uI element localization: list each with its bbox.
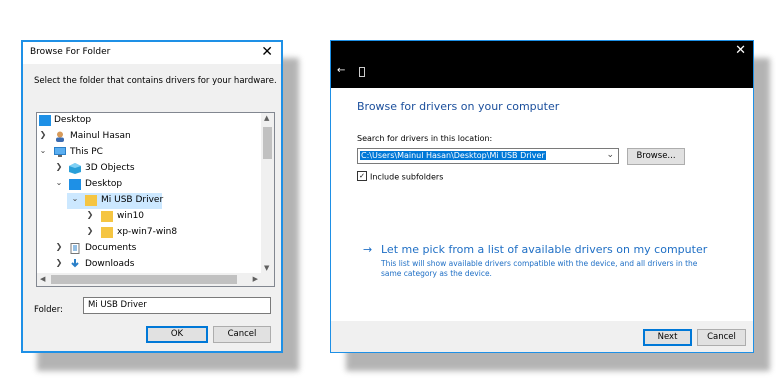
- cube-icon: [69, 163, 81, 174]
- instruction-text: Select the folder that contains drivers …: [34, 76, 277, 86]
- tree-item-label: This PC: [70, 147, 103, 157]
- chevron-down-icon[interactable]: ⌄: [70, 194, 80, 203]
- tree-item-desktop[interactable]: Desktop: [37, 113, 257, 129]
- folder-input[interactable]: Mi USB Driver: [83, 297, 271, 314]
- browse-button[interactable]: Browse...: [627, 148, 685, 165]
- path-combobox[interactable]: C:\Users\Mainul Hasan\Desktop\Mi USB Dri…: [357, 148, 619, 164]
- chevron-right-icon[interactable]: ❯: [85, 210, 95, 219]
- tree-item-this-pc[interactable]: ⌄ This PC: [37, 145, 257, 161]
- page-title: Browse for drivers on your computer: [357, 100, 560, 113]
- scroll-right-icon[interactable]: ▶: [253, 275, 258, 283]
- folder-icon: [101, 227, 113, 238]
- cancel-button[interactable]: Cancel: [213, 326, 271, 343]
- device-icon: [359, 67, 365, 77]
- horizontal-scrollbar[interactable]: ◀ ▶: [37, 273, 274, 286]
- ok-button[interactable]: OK: [146, 326, 208, 343]
- dialog-header: ✕ ←: [331, 41, 753, 88]
- chevron-down-icon[interactable]: ⌄: [38, 146, 48, 155]
- tree-item-user[interactable]: ❯ Mainul Hasan: [37, 129, 257, 145]
- update-drivers-dialog: ✕ ← Browse for drivers on your computer …: [330, 40, 754, 353]
- tree-item-win10[interactable]: ❯ win10: [37, 209, 257, 225]
- tree-item-label: Downloads: [85, 259, 135, 269]
- folder-icon: [101, 211, 113, 222]
- include-subfolders-checkbox[interactable]: ✓ Include subfolders: [357, 171, 444, 182]
- path-value: C:\Users\Mainul Hasan\Desktop\Mi USB Dri…: [360, 151, 546, 160]
- include-subfolders-label: Include subfolders: [370, 172, 444, 182]
- folder-label: Folder:: [34, 305, 63, 315]
- chevron-right-icon[interactable]: ❯: [54, 258, 64, 267]
- chevron-down-icon[interactable]: ⌄: [606, 150, 614, 160]
- tree-item-documents[interactable]: ❯ Documents: [37, 241, 257, 257]
- folder-icon: [85, 195, 97, 206]
- tree-item-3d-objects[interactable]: ❯ 3D Objects: [37, 161, 257, 177]
- tree-item-label: Desktop: [85, 179, 123, 189]
- computer-icon: [54, 147, 66, 158]
- close-icon[interactable]: ✕: [261, 44, 273, 60]
- tree-item-desktop-sub[interactable]: ⌄ Desktop: [37, 177, 257, 193]
- chevron-right-icon[interactable]: ❯: [54, 162, 64, 171]
- browse-for-folder-dialog: Browse For Folder ✕ Select the folder th…: [21, 40, 283, 353]
- desktop-icon: [69, 179, 81, 190]
- chevron-right-icon[interactable]: ❯: [85, 226, 95, 235]
- scrollbar-thumb[interactable]: [263, 127, 272, 159]
- documents-icon: [69, 243, 81, 254]
- arrow-right-icon: →: [363, 243, 373, 256]
- desktop-icon: [39, 115, 51, 126]
- dialog-footer: Next Cancel: [331, 321, 753, 352]
- next-button[interactable]: Next: [643, 329, 692, 346]
- search-location-label: Search for drivers in this location:: [357, 134, 493, 143]
- tree-item-label: Mi USB Driver: [101, 195, 164, 205]
- vertical-scrollbar[interactable]: ▲ ▼: [261, 113, 274, 273]
- tree-item-xp-win7-win8[interactable]: ❯ xp-win7-win8: [37, 225, 257, 241]
- tree-item-label: Mainul Hasan: [70, 131, 131, 141]
- dialog-title: Browse For Folder: [30, 47, 111, 57]
- scrollbar-thumb[interactable]: [51, 275, 237, 284]
- chevron-right-icon[interactable]: ❯: [38, 130, 48, 139]
- tree-item-label: win10: [117, 211, 145, 221]
- user-icon: [54, 131, 66, 142]
- close-icon[interactable]: ✕: [735, 43, 746, 58]
- download-icon: [69, 259, 81, 270]
- tree-item-label: Desktop: [54, 115, 92, 125]
- cancel-button[interactable]: Cancel: [697, 329, 746, 346]
- scroll-left-icon[interactable]: ◀: [40, 275, 45, 283]
- tree-item-label: xp-win7-win8: [117, 227, 178, 237]
- tree-item-label: Documents: [85, 243, 137, 253]
- tree-item-downloads[interactable]: ❯ Downloads: [37, 257, 257, 273]
- title-bar: Browse For Folder ✕: [23, 42, 281, 64]
- scroll-down-icon[interactable]: ▼: [264, 264, 269, 272]
- checkbox-checked-icon[interactable]: ✓: [357, 171, 367, 181]
- scroll-up-icon[interactable]: ▲: [264, 114, 269, 122]
- tree-item-mi-usb-driver[interactable]: ⌄ Mi USB Driver: [67, 193, 164, 209]
- back-arrow-icon[interactable]: ←: [337, 65, 345, 76]
- tree-item-label: 3D Objects: [85, 163, 135, 173]
- chevron-right-icon[interactable]: ❯: [54, 242, 64, 251]
- pick-driver-description: This list will show available drivers co…: [381, 259, 698, 278]
- pick-driver-link-text: Let me pick from a list of available dri…: [381, 243, 708, 256]
- folder-tree[interactable]: Desktop ❯ Mainul Hasan ⌄ This PC ❯ 3D Ob…: [36, 112, 275, 287]
- chevron-down-icon[interactable]: ⌄: [54, 178, 64, 187]
